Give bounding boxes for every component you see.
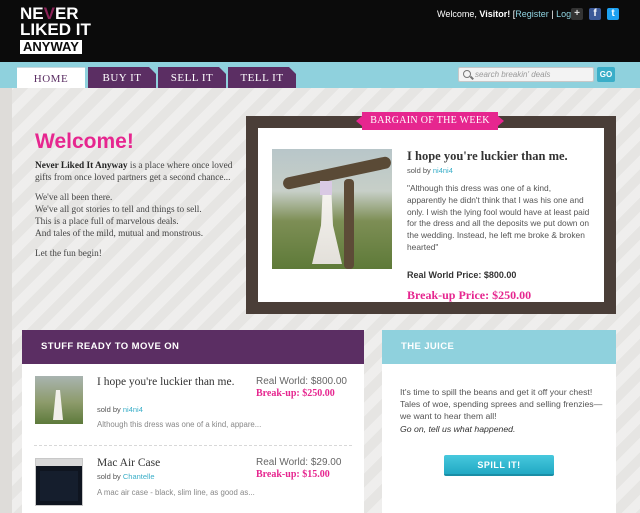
site-name: Never Liked It Anyway: [35, 161, 128, 171]
item-real-world-price: Real World: $29.00: [256, 457, 342, 468]
tab-fold-corner: [289, 67, 296, 74]
facebook-icon[interactable]: f: [589, 8, 601, 20]
item-sold-by: sold by ni4ni4: [97, 405, 143, 414]
register-link[interactable]: Register: [515, 9, 549, 19]
link-separator: |: [548, 9, 557, 19]
stuff-header: STUFF READY TO MOVE ON: [22, 330, 364, 364]
item-title-link[interactable]: Mac Air Case: [97, 457, 247, 469]
search-input[interactable]: search breakin' deals: [458, 67, 594, 82]
welcome-line: This is a place full of marvelous deals.: [35, 217, 179, 227]
search-icon: [463, 70, 471, 78]
photo-face-blur: [320, 181, 332, 195]
item-seller-link[interactable]: Chantelle: [123, 472, 155, 481]
juice-header: THE JUICE: [382, 330, 616, 364]
search-go-button[interactable]: GO: [597, 67, 615, 82]
visitor-name: Visitor!: [479, 9, 511, 19]
tab-tell-it-label: TELL IT: [240, 72, 284, 84]
welcome-line: We've all been there.: [35, 193, 113, 203]
sold-by-label: sold by: [97, 405, 123, 414]
site-header: NEVER LIKED IT ANYWAY Welcome, Visitor! …: [0, 0, 640, 62]
bargain-real-world-price: Real World Price: $800.00: [407, 270, 517, 280]
site-logo[interactable]: NEVER LIKED IT ANYWAY: [20, 5, 98, 56]
photo-tree-branch: [281, 155, 392, 191]
tab-sell-it[interactable]: SELL IT: [158, 67, 226, 88]
tab-sell-it-label: SELL IT: [170, 72, 214, 84]
item-thumbnail-case[interactable]: [35, 458, 83, 506]
bargain-quote: "Although this dress was one of a kind, …: [407, 183, 590, 252]
twitter-icon[interactable]: t: [607, 8, 619, 20]
item-title-link[interactable]: I hope you're luckier than me.: [97, 376, 247, 388]
juice-cta: Go on, tell us what happened.: [400, 423, 516, 434]
item-seller-link[interactable]: ni4ni4: [123, 405, 143, 414]
welcome-line: We've all got stories to tell and things…: [35, 205, 202, 215]
welcome-intro: Never Liked It Anyway is a place where o…: [35, 160, 240, 184]
welcome-title: Welcome!: [35, 130, 134, 153]
logo-line-2: LIKED IT: [20, 20, 91, 39]
page-edge-decoration: [0, 88, 12, 513]
welcome-line: And tales of the mild, mutual and monstr…: [35, 229, 204, 239]
bargain-ribbon: BARGAIN OF THE WEEK: [356, 112, 504, 130]
item-breakup-price: Break-up: $250.00: [256, 388, 335, 399]
tab-home[interactable]: HOME: [17, 67, 85, 88]
bargain-photo[interactable]: [272, 149, 392, 269]
item-description: A mac air case - black, slim line, as go…: [97, 488, 255, 497]
item-real-world-price: Real World: $800.00: [256, 376, 347, 387]
juice-body: It's time to spill the beans and get it …: [400, 387, 603, 422]
welcome-paragraph-2: We've all been there. We've all got stor…: [35, 192, 240, 240]
tab-home-label: HOME: [33, 73, 69, 85]
logo-line-3: ANYWAY: [20, 40, 82, 54]
item-description: Although this dress was one of a kind, a…: [97, 420, 262, 429]
bargain-seller-link[interactable]: ni4ni4: [433, 166, 453, 175]
list-divider: [34, 445, 352, 446]
tab-buy-it-label: BUY IT: [102, 72, 142, 84]
tab-tell-it[interactable]: TELL IT: [228, 67, 296, 88]
tab-buy-it[interactable]: BUY IT: [88, 67, 156, 88]
sold-by-label: sold by: [407, 166, 433, 175]
plus-icon[interactable]: +: [571, 8, 583, 20]
welcome-prefix: Welcome,: [437, 9, 480, 19]
photo-tree-trunk: [344, 179, 354, 269]
sold-by-label: sold by: [97, 472, 123, 481]
bargain-title[interactable]: I hope you're luckier than me.: [407, 149, 568, 164]
bargain-breakup-price: Break-up Price: $250.00: [407, 288, 532, 302]
item-breakup-price: Break-up: $15.00: [256, 469, 330, 480]
tab-fold-corner: [219, 67, 226, 74]
welcome-text: Never Liked It Anyway is a place where o…: [35, 160, 240, 268]
juice-text: It's time to spill the beans and get it …: [400, 386, 605, 435]
welcome-bar: Welcome, Visitor! [Register | Login ]: [437, 9, 583, 19]
photo-dress: [312, 194, 342, 264]
welcome-closing: Let the fun begin!: [35, 249, 102, 259]
spill-it-button[interactable]: SPILL IT!: [444, 455, 554, 476]
tab-fold-corner: [149, 67, 156, 74]
item-sold-by: sold by Chantelle: [97, 472, 155, 481]
bargain-sold-by: sold by ni4ni4: [407, 166, 453, 175]
item-thumbnail-dress[interactable]: [35, 376, 83, 424]
